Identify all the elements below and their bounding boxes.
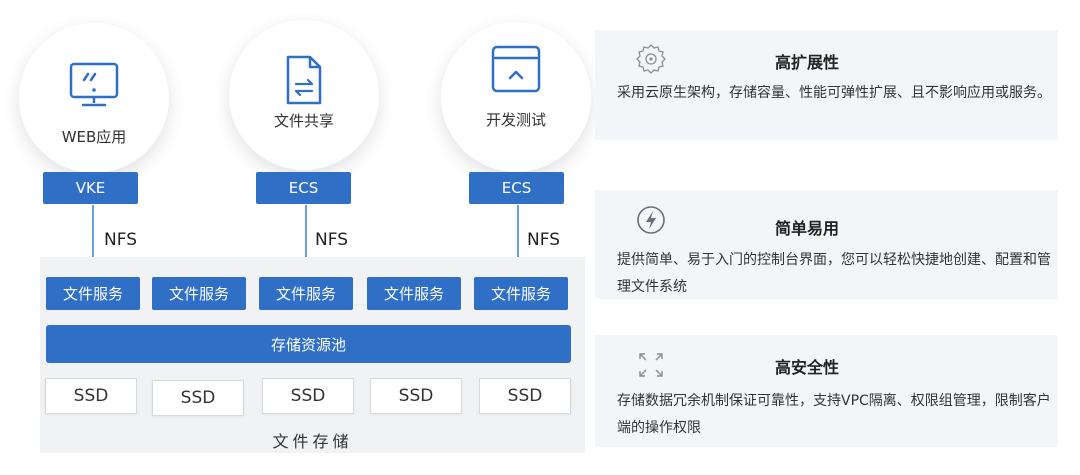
expand-arrows-icon: [635, 349, 667, 385]
window-chevron-icon: [490, 44, 542, 98]
nfs-label-1: NFS: [104, 230, 137, 250]
gear-network-icon: [635, 42, 667, 78]
nfs-label-2: NFS: [315, 230, 348, 250]
feature-desc-ease: 提供简单、易于入门的控制台界面，您可以轻松快捷地创建、配置和管理文件系统: [617, 252, 1051, 295]
platform-tag-ecs-1: ECS: [256, 172, 351, 204]
file-service-2: 文件服务: [152, 277, 246, 310]
nfs-arrow-line-3: [517, 205, 519, 263]
app-circle-web: WEB应用: [19, 23, 169, 173]
ssd-5: SSD: [479, 378, 571, 414]
ssd-3: SSD: [262, 378, 354, 414]
platform-tag-vke: VKE: [43, 172, 138, 204]
feature-card-security: 高安全性 存储数据冗余机制保证可靠性，支持VPC隔离、权限组管理，限制客户端的操…: [595, 335, 1058, 447]
feature-desc-scalability: 采用云原生架构，存储容量、性能可弹性扩展、且不影响应用或服务。: [617, 85, 1051, 101]
file-share-icon: [284, 54, 324, 110]
lightning-icon: [635, 204, 667, 240]
file-service-4: 文件服务: [367, 277, 461, 310]
monitor-icon: [68, 61, 120, 113]
app-label-dev-test: 开发测试: [485, 111, 546, 129]
feature-card-ease: 简单易用 提供简单、易于入门的控制台界面，您可以轻松快捷地创建、配置和管理文件系…: [595, 190, 1058, 299]
ssd-4: SSD: [370, 378, 462, 414]
nfs-arrow-line-2: [305, 205, 307, 263]
platform-tag-ecs-2: ECS: [469, 172, 564, 204]
file-service-3: 文件服务: [259, 277, 353, 310]
storage-pool-bar: 存储资源池: [46, 325, 571, 363]
file-service-1: 文件服务: [46, 277, 140, 310]
storage-title: 文件存储: [272, 432, 353, 451]
ssd-1: SSD: [45, 378, 137, 414]
app-circle-file-share: 文件共享: [229, 20, 379, 170]
feature-title-scalability: 高扩展性: [775, 53, 840, 72]
ssd-2: SSD: [152, 380, 244, 416]
nfs-label-3: NFS: [527, 230, 560, 250]
app-label-file-share: 文件共享: [273, 112, 334, 130]
feature-desc-security: 存储数据冗余机制保证可靠性，支持VPC隔离、权限组管理，限制客户端的操作权限: [617, 393, 1051, 436]
nfs-arrow-line-1: [92, 205, 94, 263]
app-label-web: WEB应用: [61, 128, 127, 146]
feature-title-ease: 简单易用: [775, 219, 840, 238]
app-circle-dev-test: 开发测试: [441, 22, 591, 172]
feature-card-scalability: 高扩展性 采用云原生架构，存储容量、性能可弹性扩展、且不影响应用或服务。: [595, 30, 1058, 140]
file-service-5: 文件服务: [474, 277, 568, 310]
feature-title-security: 高安全性: [775, 358, 840, 377]
